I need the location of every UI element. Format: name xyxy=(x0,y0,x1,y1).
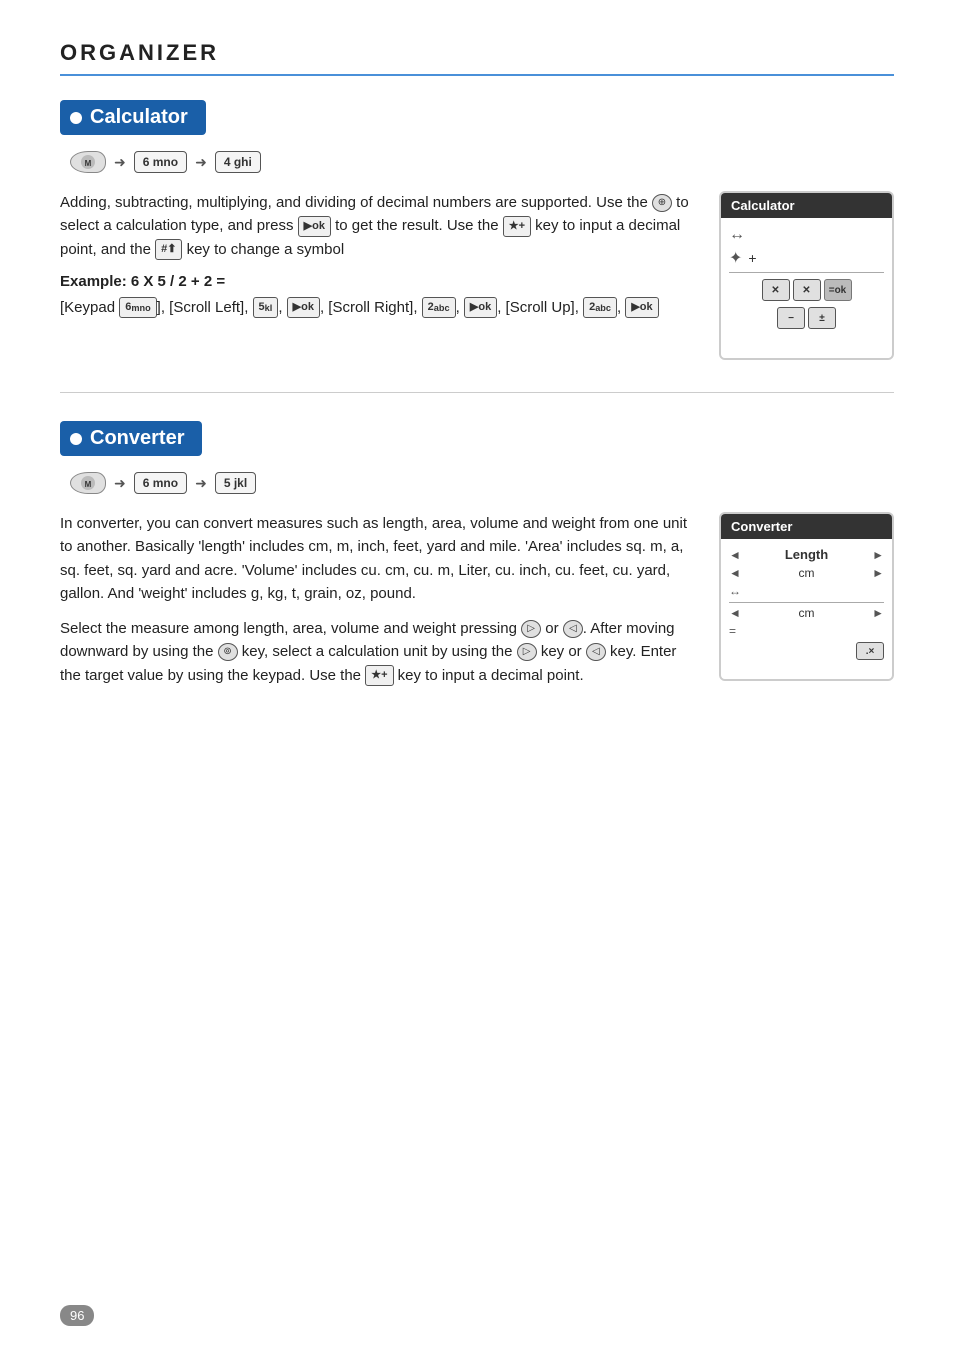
converter-nav: M ➜ 6 mno ➜ 5 jkl xyxy=(70,472,894,494)
conv-length-label: Length xyxy=(785,547,828,562)
calc-nav-key2: 4 ghi xyxy=(215,151,261,173)
calculator-bullet xyxy=(70,112,82,124)
calculator-section: Calculator M ➜ 6 mno ➜ 4 ghi Adding, sub… xyxy=(60,100,894,360)
conv-dot-btn: .× xyxy=(856,642,884,660)
conv-panel-title: Converter xyxy=(721,514,892,539)
calculator-text: Adding, subtracting, multiplying, and di… xyxy=(60,191,699,331)
keypad-6: 6mno xyxy=(119,297,156,318)
key-2b: 2abc xyxy=(583,297,617,318)
conv-eq-row: = xyxy=(729,624,884,638)
key-ok2: ▶ok xyxy=(464,297,497,318)
svg-text:M: M xyxy=(85,480,92,489)
conv-nav-key1: 6 mno xyxy=(134,472,187,494)
conv-divider xyxy=(729,602,884,603)
conv-panel-body: ◄ Length ► ◄ cm ► ↔ xyxy=(721,539,892,679)
calc-operator: + xyxy=(748,250,756,266)
page-title: ORGANIZER xyxy=(60,40,219,65)
calc-buttons: ✕ ✕ =ok xyxy=(729,279,884,301)
converter-bullet xyxy=(70,433,82,445)
scroll-right-icon: ▷ xyxy=(521,620,541,638)
conv-left-2: ◄ xyxy=(729,566,741,580)
menu-key: M xyxy=(70,151,106,173)
conv-menu-icon: M xyxy=(81,476,95,490)
calc-btn-x1: ✕ xyxy=(762,279,790,301)
converter-body2: Select the measure among length, area, v… xyxy=(60,617,699,687)
conv-eq-icon: = xyxy=(729,624,736,638)
conv-cm-value1: cm xyxy=(799,566,815,580)
converter-content: In converter, you can convert measures s… xyxy=(60,512,894,699)
decimal-key: ★+ xyxy=(365,665,393,686)
key-ok3: ▶ok xyxy=(625,297,658,318)
converter-header: Converter xyxy=(60,421,202,456)
calculator-panel: Calculator ↔ ✦ + ✕ ✕ =ok xyxy=(719,191,894,360)
calc-panel-title: Calculator xyxy=(721,193,892,218)
conv-cm-value2: cm xyxy=(799,606,815,620)
calculator-header: Calculator xyxy=(60,100,206,135)
converter-body1: In converter, you can convert measures s… xyxy=(60,512,699,605)
page-number: 96 xyxy=(60,1305,94,1326)
conv-cm-row2: ◄ cm ► xyxy=(729,606,884,620)
page: ORGANIZER Calculator M ➜ 6 mno ➜ 4 ghi xyxy=(0,0,954,1350)
conv-left-4: ◄ xyxy=(729,606,741,620)
star-key: ★+ xyxy=(503,216,531,237)
conv-nav-key2: 5 jkl xyxy=(215,472,256,494)
conv-cm-row1: ◄ cm ► xyxy=(729,566,884,580)
scroll-left-2-icon: ◁ xyxy=(586,643,606,661)
calc-buttons-2: − ± xyxy=(729,307,884,329)
example-detail: [Keypad 6mno], [Scroll Left], 5kl, ▶ok, … xyxy=(60,296,699,319)
conv-icon-row: ↔ xyxy=(729,584,884,598)
nav-arrow-1: ➜ xyxy=(114,154,126,171)
calc-panel-body: ↔ ✦ + ✕ ✕ =ok − ± xyxy=(721,218,892,358)
calc-nav-key1: 6 mno xyxy=(134,151,187,173)
calculator-content: Adding, subtracting, multiplying, and di… xyxy=(60,191,894,360)
key-2a: 2abc xyxy=(422,297,456,318)
calculator-title: Calculator xyxy=(90,106,188,129)
ok-key: ▶ok xyxy=(298,216,331,237)
nav-arrow-2: ➜ xyxy=(195,154,207,171)
calculator-body: Adding, subtracting, multiplying, and di… xyxy=(60,191,699,261)
section-divider xyxy=(60,392,894,393)
converter-title: Converter xyxy=(90,427,184,450)
calc-row-1: ↔ xyxy=(729,226,884,244)
conv-arrow-icon: ↔ xyxy=(729,584,741,598)
calc-divider xyxy=(729,272,884,273)
menu-icon: M xyxy=(81,155,95,169)
calc-plus-icon: ✦ xyxy=(729,248,742,268)
conv-length-row: ◄ Length ► xyxy=(729,547,884,562)
scroll-right-2-icon: ▷ xyxy=(517,643,537,661)
key-ok1: ▶ok xyxy=(287,297,320,318)
calc-btn-x2: ✕ xyxy=(793,279,821,301)
conv-right-1: ► xyxy=(872,548,884,562)
key-5: 5kl xyxy=(253,297,279,318)
example-label: Example: 6 X 5 / 2 + 2 = xyxy=(60,273,699,290)
conv-left-1: ◄ xyxy=(729,548,741,562)
conv-nav-arrow-2: ➜ xyxy=(195,475,207,492)
converter-panel: Converter ◄ Length ► ◄ cm ► xyxy=(719,512,894,681)
conv-right-2: ► xyxy=(872,566,884,580)
page-header: ORGANIZER xyxy=(60,40,894,76)
calc-row-2: ✦ + xyxy=(729,248,884,268)
calculator-nav: M ➜ 6 mno ➜ 4 ghi xyxy=(70,151,894,173)
converter-text: In converter, you can convert measures s… xyxy=(60,512,699,699)
nav-down-icon: ⊚ xyxy=(218,643,238,661)
calc-btn-eq: =ok xyxy=(824,279,852,301)
nav-icon: ⊕ xyxy=(652,194,672,212)
calc-btn-plus: ± xyxy=(808,307,836,329)
calc-btn-minus: − xyxy=(777,307,805,329)
svg-text:M: M xyxy=(85,159,92,168)
conv-right-4: ► xyxy=(872,606,884,620)
calc-arrow-icon: ↔ xyxy=(729,226,745,244)
conv-dot-row: .× xyxy=(729,642,884,660)
scroll-left-icon: ◁ xyxy=(563,620,583,638)
hash-key: #⬆ xyxy=(155,239,182,260)
conv-nav-arrow-1: ➜ xyxy=(114,475,126,492)
converter-section: Converter M ➜ 6 mno ➜ 5 jkl In converter… xyxy=(60,421,894,699)
conv-menu-key: M xyxy=(70,472,106,494)
